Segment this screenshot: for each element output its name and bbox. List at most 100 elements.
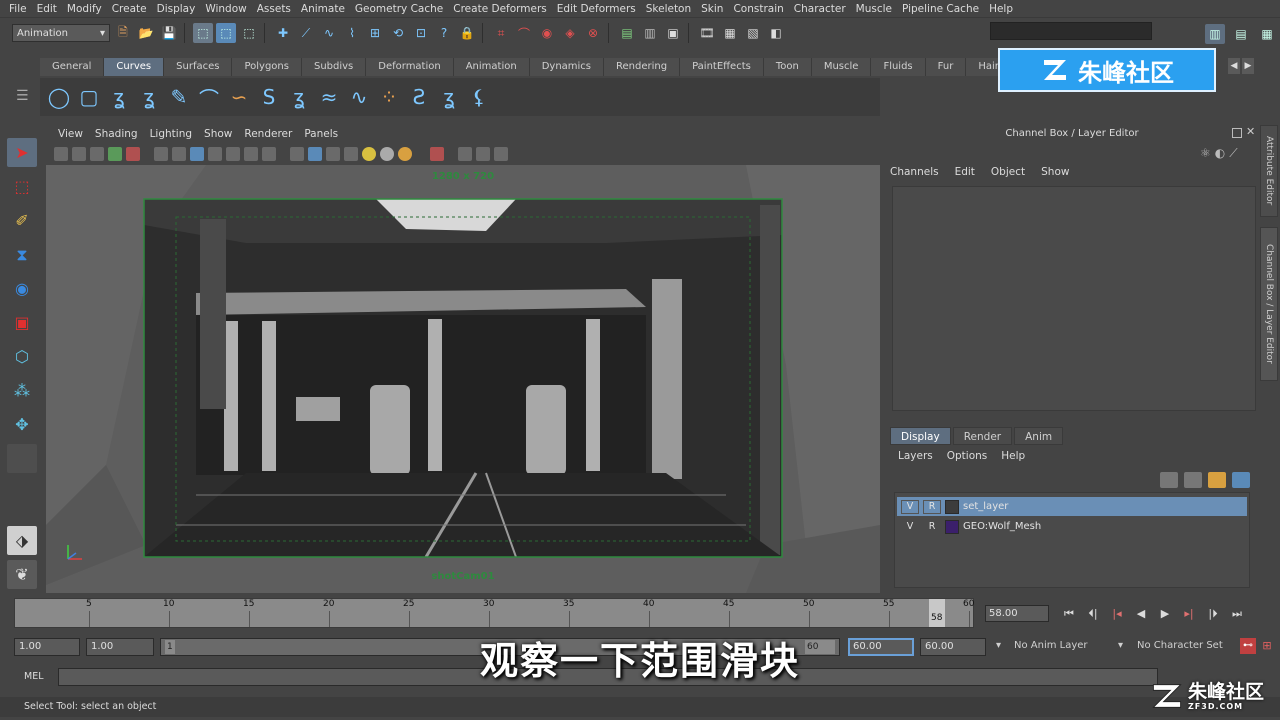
play-backwards-icon[interactable]: ◀ — [1130, 605, 1152, 622]
show-hide-tool-settings-icon[interactable]: ▤ — [1231, 24, 1251, 44]
viewport-menu-view[interactable]: View — [52, 128, 89, 140]
add-points-tool-icon[interactable]: Ƨ — [406, 84, 432, 110]
shelf-scroll-left-icon[interactable]: ◀ — [1228, 58, 1240, 74]
shelf-tab-fluids[interactable]: Fluids — [871, 58, 926, 76]
snap-point-icon[interactable]: ◉ — [537, 23, 557, 43]
film-gate-icon[interactable] — [172, 147, 186, 161]
mask-dynamics-icon[interactable]: ⟲ — [388, 23, 408, 43]
select-camera-icon[interactable] — [54, 147, 68, 161]
layer-tab-render[interactable]: Render — [952, 427, 1013, 445]
move-layer-up-icon[interactable] — [1160, 472, 1178, 488]
layer-visibility-toggle[interactable]: V — [901, 520, 919, 534]
shelf-options-icon[interactable]: ☰ — [16, 86, 32, 106]
circle-curve-icon[interactable]: ◯ — [46, 84, 72, 110]
rebuild-curve-icon[interactable]: ⁘ — [376, 84, 402, 110]
shelf-tab-curves[interactable]: Curves — [104, 58, 165, 76]
snap-grid-icon[interactable]: ⌗ — [491, 23, 511, 43]
shelf-tab-fur[interactable]: Fur — [925, 58, 967, 76]
panel-float-icon[interactable] — [1232, 128, 1242, 138]
menu-constrain[interactable]: Constrain — [728, 3, 788, 15]
mask-curve-icon[interactable]: ∿ — [319, 23, 339, 43]
safe-title-icon[interactable] — [262, 147, 276, 161]
xray-joints-icon[interactable] — [476, 147, 490, 161]
move-layer-down-icon[interactable] — [1184, 472, 1202, 488]
show-manipulator-icon[interactable]: ✥ — [7, 410, 37, 439]
show-hide-attribute-editor-icon[interactable]: ▥ — [1205, 24, 1225, 44]
layer-menu-layers[interactable]: Layers — [898, 450, 933, 462]
attach-curves-icon[interactable]: ∽ — [226, 84, 252, 110]
shadows-icon[interactable] — [380, 147, 394, 161]
step-back-key-icon[interactable]: |◂ — [1106, 605, 1128, 622]
shelf-tab-surfaces[interactable]: Surfaces — [164, 58, 233, 76]
shelf-tab-deformation[interactable]: Deformation — [366, 58, 454, 76]
wireframe-icon[interactable] — [290, 147, 304, 161]
layer-row-geo-wolf-mesh[interactable]: V R GEO:Wolf_Mesh — [897, 517, 1247, 536]
shelf-tab-painteffects[interactable]: PaintEffects — [680, 58, 764, 76]
xray-active-components-icon[interactable] — [494, 147, 508, 161]
select-object-icon[interactable]: ⬚ — [216, 23, 236, 43]
shelf-tab-subdivs[interactable]: Subdivs — [301, 58, 367, 76]
layer-menu-options[interactable]: Options — [947, 450, 988, 462]
quick-select-field[interactable] — [990, 22, 1152, 40]
select-component-icon[interactable]: ⬚ — [239, 23, 259, 43]
resolution-gate-icon[interactable] — [190, 147, 204, 161]
layer-color-swatch[interactable] — [945, 499, 959, 514]
viewport-menu-show[interactable]: Show — [198, 128, 238, 140]
panel-close-icon[interactable]: ✕ — [1246, 125, 1255, 138]
lock-selection-icon[interactable]: 🔒 — [457, 23, 477, 43]
save-scene-icon[interactable]: 💾 — [159, 23, 179, 43]
menu-muscle[interactable]: Muscle — [851, 3, 897, 15]
channel-menu-object[interactable]: Object — [991, 166, 1025, 178]
side-tab-channel-box[interactable]: Channel Box / Layer Editor — [1260, 227, 1278, 381]
menu-assets[interactable]: Assets — [252, 3, 296, 15]
channel-menu-show[interactable]: Show — [1041, 166, 1069, 178]
menu-geometry-cache[interactable]: Geometry Cache — [350, 3, 448, 15]
render-view-icon[interactable]: ▣ — [663, 23, 683, 43]
mask-handle-icon[interactable]: ✚ — [273, 23, 293, 43]
cv-curve-tool-icon[interactable]: ʓ — [106, 84, 132, 110]
paint-select-tool-icon[interactable]: ✐ — [7, 206, 37, 235]
open-scene-icon[interactable]: 📂 — [136, 23, 156, 43]
mask-joint-icon[interactable]: ⟋ — [296, 23, 316, 43]
menu-create-deformers[interactable]: Create Deformers — [448, 3, 552, 15]
snap-view-plane-icon[interactable]: ◈ — [560, 23, 580, 43]
render-current-frame-icon[interactable]: 🎞 — [697, 23, 717, 43]
layer-reference-toggle[interactable]: R — [923, 499, 941, 514]
show-hide-channel-box-icon[interactable]: ▦ — [1257, 24, 1277, 44]
step-forward-key-icon[interactable]: ▸| — [1178, 605, 1200, 622]
make-live-icon[interactable]: ⊗ — [583, 23, 603, 43]
soft-modification-icon[interactable]: ⁂ — [7, 376, 37, 405]
menu-create[interactable]: Create — [107, 3, 152, 15]
channel-menu-channels[interactable]: Channels — [890, 166, 939, 178]
snap-curve-icon[interactable]: ⌒ — [514, 23, 534, 43]
rotate-tool-icon[interactable]: ◉ — [7, 274, 37, 303]
hypershade-icon[interactable]: ◧ — [766, 23, 786, 43]
viewport-menu-lighting[interactable]: Lighting — [144, 128, 198, 140]
menu-animate[interactable]: Animate — [296, 3, 350, 15]
go-to-start-icon[interactable]: ⏮ — [1058, 605, 1080, 622]
scale-tool-icon[interactable]: ▣ — [7, 308, 37, 337]
time-slider[interactable]: 5 10 15 20 25 30 35 40 45 50 55 60 58 — [14, 598, 974, 628]
camera-attributes-icon[interactable] — [72, 147, 86, 161]
menu-help[interactable]: Help — [984, 3, 1018, 15]
viewport-menu-renderer[interactable]: Renderer — [238, 128, 298, 140]
detach-curves-icon[interactable]: S — [256, 84, 282, 110]
shelf-scroll-right-icon[interactable]: ▶ — [1242, 58, 1254, 74]
universal-manipulator-icon[interactable]: ⬡ — [7, 342, 37, 371]
curve-editing-tool-icon[interactable]: ʓ — [436, 84, 462, 110]
single-perspective-layout-icon[interactable]: ⬗ — [7, 526, 37, 555]
square-curve-icon[interactable]: ▢ — [76, 84, 102, 110]
menu-modify[interactable]: Modify — [62, 3, 107, 15]
current-frame-field[interactable]: 58.00 — [985, 605, 1049, 622]
new-empty-layer-icon[interactable] — [1208, 472, 1226, 488]
layer-tab-anim[interactable]: Anim — [1014, 427, 1064, 445]
new-scene-icon[interactable]: 🗎 — [113, 23, 133, 43]
layer-visibility-toggle[interactable]: V — [901, 499, 919, 514]
go-to-end-icon[interactable]: ⏭ — [1226, 605, 1248, 622]
outliner-layout-icon[interactable]: ❦ — [7, 560, 37, 589]
menu-edit[interactable]: Edit — [32, 3, 62, 15]
menu-character[interactable]: Character — [789, 3, 851, 15]
use-all-lights-icon[interactable] — [362, 147, 376, 161]
last-tool-slot[interactable] — [7, 444, 37, 473]
layer-color-swatch[interactable] — [945, 519, 959, 534]
